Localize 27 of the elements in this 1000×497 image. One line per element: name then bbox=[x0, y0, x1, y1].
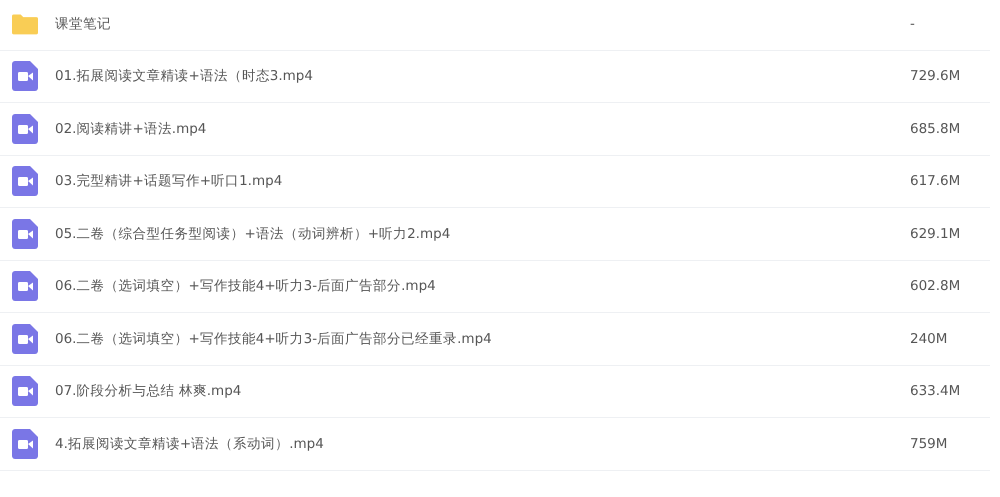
file-size: - bbox=[910, 16, 916, 32]
file-name[interactable]: 03.完型精讲+话题写作+听口1.mp4 bbox=[55, 172, 910, 190]
file-name[interactable]: 06.二卷（选词填空）+写作技能4+听力3-后面广告部分已经重录.mp4 bbox=[55, 330, 910, 348]
file-name[interactable]: 课堂笔记 bbox=[55, 14, 910, 33]
video-file-icon bbox=[12, 376, 38, 406]
folder-icon bbox=[12, 12, 38, 36]
file-name[interactable]: 05.二卷（综合型任务型阅读）+语法（动词辨析）+听力2.mp4 bbox=[55, 224, 910, 243]
video-file-icon bbox=[12, 324, 38, 354]
video-file-icon bbox=[12, 61, 38, 92]
video-file-icon bbox=[12, 166, 38, 196]
file-size: 617.6M bbox=[910, 173, 962, 190]
file-size: 629.1M bbox=[910, 226, 962, 242]
video-file-icon bbox=[12, 114, 38, 144]
file-size: 633.4M bbox=[910, 383, 962, 400]
file-name[interactable]: 07.阶段分析与总结 林爽.mp4 bbox=[55, 382, 910, 400]
video-file-icon bbox=[12, 271, 38, 302]
file-name[interactable]: 01.拓展阅读文章精读+语法（时态3.mp4 bbox=[55, 67, 910, 86]
file-size: 240M bbox=[910, 330, 948, 347]
file-size: 759M bbox=[910, 436, 948, 452]
video-file-icon bbox=[12, 218, 38, 249]
file-size: 602.8M bbox=[910, 278, 962, 294]
file-name[interactable]: 4.拓展阅读文章精读+语法（系动词）.mp4 bbox=[55, 434, 910, 453]
file-name[interactable]: 06.二卷（选词填空）+写作技能4+听力3-后面广告部分.mp4 bbox=[55, 277, 910, 296]
file-name[interactable]: 02.阅读精讲+语法.mp4 bbox=[55, 120, 910, 138]
video-file-icon bbox=[12, 428, 38, 459]
file-size: 685.8M bbox=[910, 120, 962, 137]
file-size: 729.6M bbox=[910, 68, 962, 84]
